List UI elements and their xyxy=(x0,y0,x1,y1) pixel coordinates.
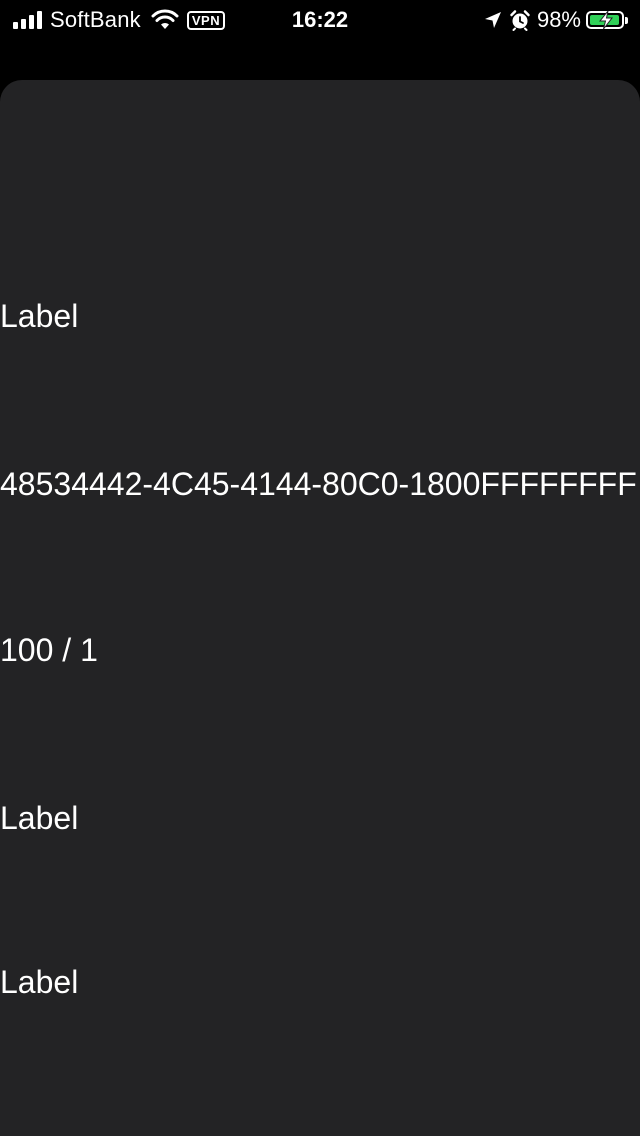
ratio-label: 100 / 1 xyxy=(0,632,98,668)
label-2: Label xyxy=(0,800,79,836)
charging-bolt-icon xyxy=(598,10,614,30)
uuid-label: 48534442-4C45-4144-80C0-1800FFFFFFFF xyxy=(0,466,637,502)
alarm-icon xyxy=(510,10,530,31)
battery-icon xyxy=(586,10,624,30)
location-arrow-icon xyxy=(484,12,501,28)
modal-sheet: Label 48534442-4C45-4144-80C0-1800FFFFFF… xyxy=(0,80,640,1136)
battery-percentage: 98% xyxy=(536,7,581,32)
label-1: Label xyxy=(0,298,79,334)
status-bar-right: 98% xyxy=(483,6,628,34)
battery-nub xyxy=(625,16,628,24)
status-bar: SoftBank VPN 16:22 98% xyxy=(0,0,640,40)
label-3: Label xyxy=(0,964,79,1000)
